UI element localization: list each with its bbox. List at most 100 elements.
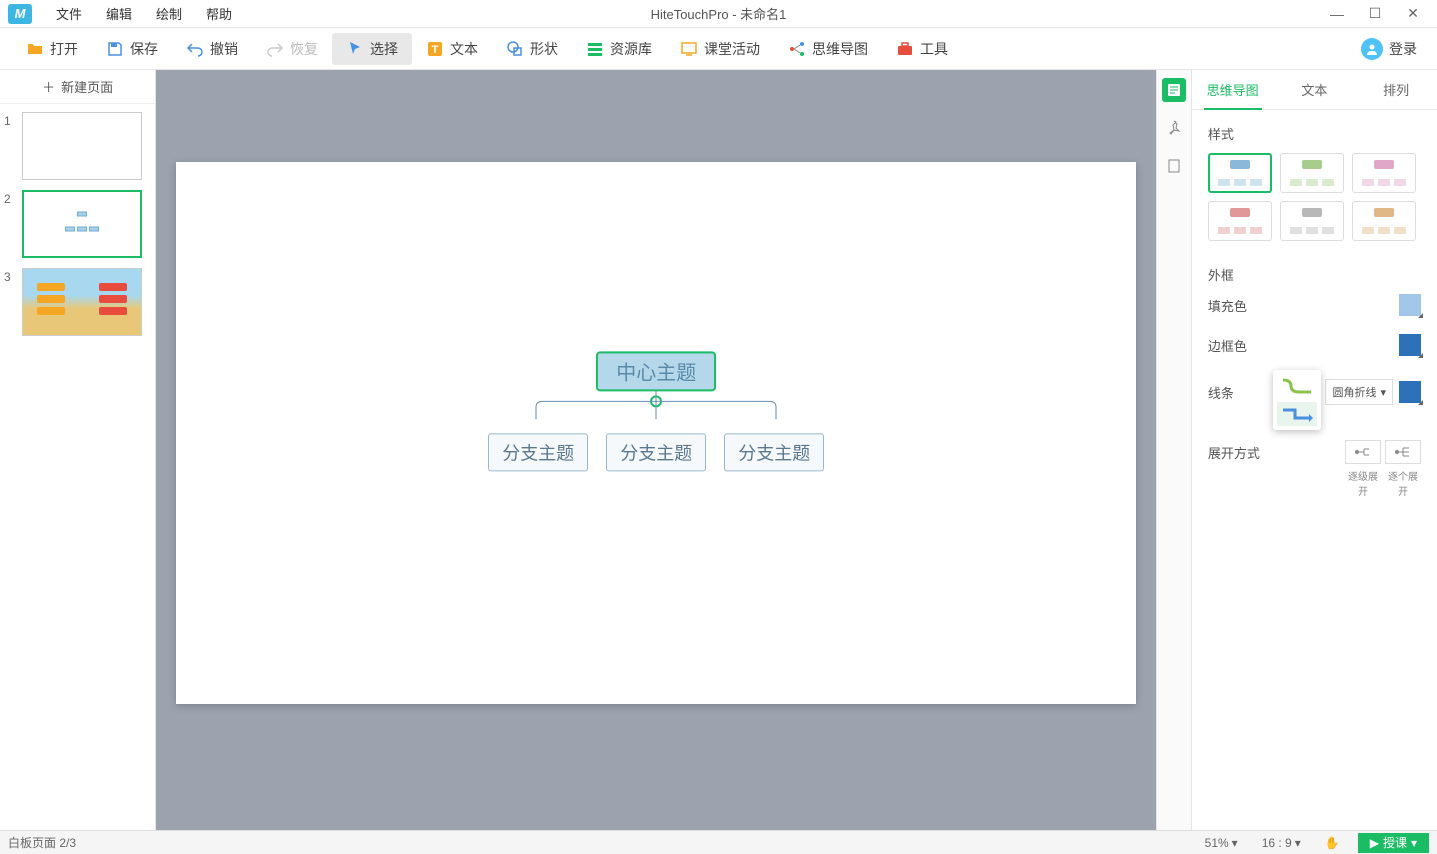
page-sidebar: ＋ 新建页面 1 2 3 xyxy=(0,70,156,830)
zoom-control[interactable]: 51%▾ xyxy=(1199,836,1244,850)
window-controls: — ☐ ✕ xyxy=(1327,5,1429,22)
mindmap-branch-node[interactable]: 分支主题 xyxy=(724,433,824,471)
mindmap-branch-node[interactable]: 分支主题 xyxy=(606,433,706,471)
maximize-icon[interactable]: ☐ xyxy=(1365,5,1385,22)
menu-bar: M 文件 编辑 绘制 帮助 HiteTouchPro - 未命名1 — ☐ ✕ xyxy=(0,0,1437,28)
tab-mindmap[interactable]: 思维导图 xyxy=(1192,70,1274,109)
panel-body: 样式 外框 填充色 边框色 线条 xyxy=(1192,110,1437,830)
page-thumbnail-3[interactable] xyxy=(22,268,142,336)
close-icon[interactable]: ✕ xyxy=(1403,5,1423,22)
teach-button[interactable]: ▶ 授课 ▾ xyxy=(1358,833,1429,853)
style-option-gray[interactable] xyxy=(1280,201,1344,241)
resources-button[interactable]: 资源库 xyxy=(572,33,666,65)
expand-step-button[interactable] xyxy=(1345,440,1381,464)
style-option-orange[interactable] xyxy=(1352,201,1416,241)
play-icon: ▶ xyxy=(1370,836,1379,850)
properties-panel: 思维导图 文本 排列 样式 外框 填充色 边框色 xyxy=(1192,70,1437,830)
thumb-row: 3 xyxy=(4,268,151,336)
tab-arrange[interactable]: 排列 xyxy=(1355,70,1437,109)
open-button[interactable]: 打开 xyxy=(12,33,92,65)
mindmap-branch-node[interactable]: 分支主题 xyxy=(488,433,588,471)
rail-page-icon[interactable] xyxy=(1162,154,1186,178)
redo-icon xyxy=(266,40,284,58)
panel-tabs: 思维导图 文本 排列 xyxy=(1192,70,1437,110)
menu-file[interactable]: 文件 xyxy=(44,4,94,23)
window-title: HiteTouchPro - 未命名1 xyxy=(651,4,787,23)
line-type-dropdown[interactable]: 圆角折线 ▾ xyxy=(1325,379,1393,405)
toolbox-icon xyxy=(896,40,914,58)
avatar-icon xyxy=(1361,38,1383,60)
menu-edit[interactable]: 编辑 xyxy=(94,4,144,23)
undo-icon xyxy=(186,40,204,58)
chevron-down-icon: ▾ xyxy=(1295,836,1301,850)
thumb-row: 2 xyxy=(4,190,151,258)
style-grid xyxy=(1208,153,1421,241)
fill-color-row: 填充色 xyxy=(1208,294,1421,316)
page-thumbnail-1[interactable] xyxy=(22,112,142,180)
toolbar: 打开 保存 撤销 恢复 选择 T 文本 形状 资源库 课堂活动 思维导图 工具 xyxy=(0,28,1437,70)
right-rail xyxy=(1156,70,1192,830)
undo-button[interactable]: 撤销 xyxy=(172,33,252,65)
mindmap-button[interactable]: 思维导图 xyxy=(774,33,882,65)
rail-pin-icon[interactable] xyxy=(1162,116,1186,140)
style-option-red[interactable] xyxy=(1208,201,1272,241)
chevron-down-icon: ▾ xyxy=(1232,836,1238,850)
rail-properties-icon[interactable] xyxy=(1162,78,1186,102)
border-section-label: 外框 xyxy=(1208,265,1421,284)
mindmap-icon xyxy=(788,40,806,58)
border-color-row: 边框色 xyxy=(1208,334,1421,356)
border-color-swatch[interactable] xyxy=(1399,334,1421,356)
new-page-button[interactable]: ＋ 新建页面 xyxy=(0,70,155,104)
line-style-popup xyxy=(1273,370,1321,430)
mindmap-root: 中心主题 + 分支主题 分支主题 分支主题 xyxy=(488,351,824,471)
chevron-down-icon: ▾ xyxy=(1380,386,1386,399)
style-option-blue[interactable] xyxy=(1208,153,1272,193)
hand-tool-icon[interactable]: ✋ xyxy=(1319,836,1346,850)
tab-text[interactable]: 文本 xyxy=(1274,70,1356,109)
tools-button[interactable]: 工具 xyxy=(882,33,962,65)
login-button[interactable]: 登录 xyxy=(1353,34,1425,64)
line-color-swatch[interactable] xyxy=(1399,381,1421,403)
ratio-control[interactable]: 16 : 9▾ xyxy=(1256,836,1307,850)
canvas[interactable]: 中心主题 + 分支主题 分支主题 分支主题 xyxy=(176,162,1136,704)
status-right: 51%▾ 16 : 9▾ ✋ ▶ 授课 ▾ xyxy=(1199,833,1429,853)
line-style-option-1[interactable] xyxy=(1277,374,1317,398)
shape-icon xyxy=(506,40,524,58)
expand-row: 展开方式 xyxy=(1208,440,1421,464)
style-section-label: 样式 xyxy=(1208,124,1421,143)
chevron-down-icon: ▾ xyxy=(1411,836,1417,850)
status-bar: 白板页面 2/3 51%▾ 16 : 9▾ ✋ ▶ 授课 ▾ xyxy=(0,830,1437,854)
text-button[interactable]: T 文本 xyxy=(412,33,492,65)
main-area: ＋ 新建页面 1 2 3 xyxy=(0,70,1437,830)
menu-help[interactable]: 帮助 xyxy=(194,4,244,23)
class-icon xyxy=(680,40,698,58)
thumb-row: 1 xyxy=(4,112,151,180)
save-icon xyxy=(106,40,124,58)
thumbnail-list: 1 2 3 xyxy=(0,104,155,830)
expand-all-button[interactable] xyxy=(1385,440,1421,464)
save-button[interactable]: 保存 xyxy=(92,33,172,65)
expand-labels: 逐级展开 逐个展开 xyxy=(1208,468,1421,498)
page-indicator: 白板页面 2/3 xyxy=(8,834,76,851)
expand-buttons xyxy=(1345,440,1421,464)
shape-button[interactable]: 形状 xyxy=(492,33,572,65)
line-row: 线条 圆角折线 ▾ xyxy=(1208,374,1421,410)
mindmap-center-node[interactable]: 中心主题 + xyxy=(596,351,716,391)
resources-icon xyxy=(586,40,604,58)
redo-button: 恢复 xyxy=(252,33,332,65)
mindmap-connectors xyxy=(521,389,791,419)
menu-draw[interactable]: 绘制 xyxy=(144,4,194,23)
page-thumbnail-2[interactable] xyxy=(22,190,142,258)
style-option-pink[interactable] xyxy=(1352,153,1416,193)
style-option-green[interactable] xyxy=(1280,153,1344,193)
folder-open-icon xyxy=(26,40,44,58)
cursor-icon xyxy=(346,40,364,58)
line-style-option-2[interactable] xyxy=(1277,402,1317,426)
select-button[interactable]: 选择 xyxy=(332,33,412,65)
text-icon: T xyxy=(426,40,444,58)
svg-text:T: T xyxy=(432,44,439,56)
canvas-area[interactable]: 中心主题 + 分支主题 分支主题 分支主题 xyxy=(156,70,1156,830)
fill-color-swatch[interactable] xyxy=(1399,294,1421,316)
minimize-icon[interactable]: — xyxy=(1327,6,1347,22)
class-button[interactable]: 课堂活动 xyxy=(666,33,774,65)
